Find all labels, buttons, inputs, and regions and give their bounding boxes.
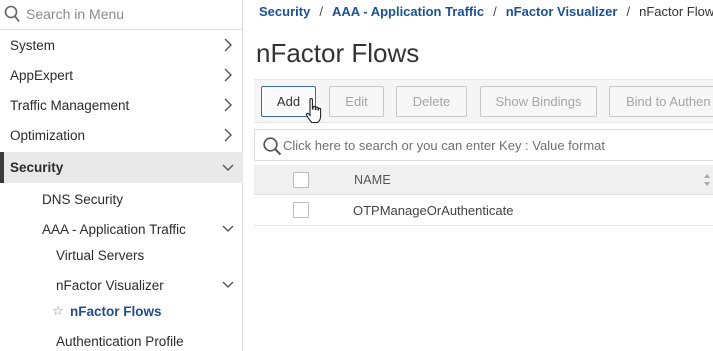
nfactor-flows-table: NAME OTPManageOrAuthenticate: [254, 165, 713, 226]
column-header-name[interactable]: NAME: [354, 173, 391, 187]
breadcrumb-link-aaa-application-traffic[interactable]: AAA - Application Traffic: [332, 4, 484, 19]
row-checkbox[interactable]: [293, 202, 309, 218]
menu-search: [0, 0, 242, 30]
breadcrumb-link-security[interactable]: Security: [259, 4, 310, 19]
chevron-down-icon: [222, 225, 234, 232]
breadcrumb: Security / AAA - Application Traffic / nFact…: [259, 4, 713, 19]
search-icon: [4, 5, 20, 23]
breadcrumb-link-nfactor-visualizer[interactable]: nFactor Visualizer: [506, 4, 618, 19]
sidebar-nav: System AppExpert Traffic Management Opti…: [0, 0, 243, 351]
sidebar-item-label: System: [10, 37, 56, 53]
row-name-cell: OTPManageOrAuthenticate: [353, 203, 514, 218]
sidebar-item-optimization[interactable]: Optimization: [0, 120, 243, 150]
edit-button[interactable]: Edit: [329, 86, 384, 117]
show-bindings-button[interactable]: Show Bindings: [480, 86, 597, 117]
table-search-input[interactable]: [283, 135, 703, 155]
page-title: nFactor Flows: [256, 38, 420, 68]
sidebar-item-label: nFactor Visualizer: [56, 277, 164, 293]
sidebar-item-label: AppExpert: [10, 67, 74, 83]
sidebar-item-label: DNS Security: [42, 191, 124, 207]
sidebar-item-nfactor-flows[interactable]: ☆ nFactor Flows: [0, 296, 243, 326]
search-icon: [263, 137, 282, 156]
table-row[interactable]: OTPManageOrAuthenticate: [254, 195, 713, 226]
sidebar-item-label: Virtual Servers: [56, 247, 145, 263]
chevron-right-icon: [224, 98, 232, 112]
menu-search-input[interactable]: [26, 3, 236, 25]
bind-to-authentication-button[interactable]: Bind to Authen: [609, 86, 713, 117]
chevron-down-icon: [222, 281, 234, 288]
table-search: [254, 129, 713, 161]
breadcrumb-separator: /: [626, 4, 631, 19]
table-header: NAME: [254, 165, 713, 195]
sidebar-item-virtual-servers[interactable]: Virtual Servers: [0, 240, 243, 270]
sidebar-item-traffic-management[interactable]: Traffic Management: [0, 90, 243, 120]
chevron-right-icon: [224, 68, 232, 82]
sidebar-item-appexpert[interactable]: AppExpert: [0, 60, 243, 90]
chevron-down-icon: [222, 164, 234, 171]
sidebar-item-authentication-profile[interactable]: Authentication Profile: [0, 326, 243, 351]
select-all-checkbox[interactable]: [293, 172, 309, 188]
sidebar-item-label: nFactor Flows: [70, 303, 162, 319]
sidebar-item-system[interactable]: System: [0, 30, 243, 60]
delete-button[interactable]: Delete: [396, 86, 467, 117]
breadcrumb-current: nFactor Flows: [639, 4, 713, 19]
sidebar-item-label: Authentication Profile: [56, 333, 184, 349]
chevron-right-icon: [224, 38, 232, 52]
sidebar-item-label: Optimization: [10, 127, 86, 143]
star-icon[interactable]: ☆: [52, 303, 64, 319]
chevron-right-icon: [224, 128, 232, 142]
breadcrumb-separator: /: [493, 4, 497, 19]
hand-cursor-icon: [305, 97, 322, 124]
sidebar-item-security[interactable]: Security: [0, 152, 243, 183]
breadcrumb-separator: /: [319, 4, 323, 19]
sidebar-item-label: Security: [10, 160, 64, 175]
sort-icon[interactable]: [703, 172, 711, 188]
sidebar-item-label: Traffic Management: [10, 97, 130, 113]
sidebar-item-dns-security[interactable]: DNS Security: [0, 184, 243, 214]
sidebar-item-label: AAA - Application Traffic: [42, 221, 186, 237]
